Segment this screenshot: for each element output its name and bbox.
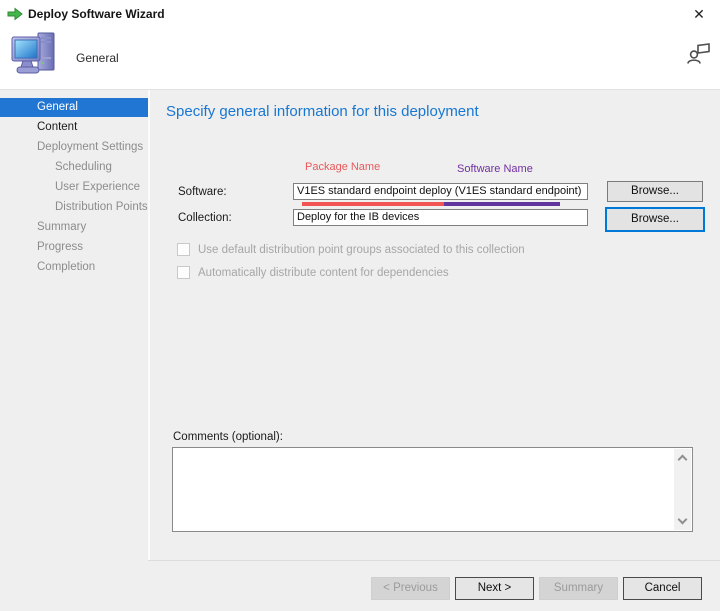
collection-label: Collection: xyxy=(178,212,232,224)
feedback-icon[interactable] xyxy=(686,41,712,67)
sidebar-item-content[interactable]: Content xyxy=(0,118,148,137)
auto-distribute-checkbox-row: Automatically distribute content for dep… xyxy=(177,266,449,281)
comments-scrollbar[interactable] xyxy=(674,449,691,530)
sidebar-item-summary[interactable]: Summary xyxy=(0,218,148,237)
annotation-software-name: Software Name xyxy=(457,163,533,175)
sidebar-divider xyxy=(148,90,150,560)
next-button[interactable]: Next > xyxy=(455,577,534,600)
software-field[interactable]: V1ES standard endpoint deploy (V1ES stan… xyxy=(293,183,588,200)
collection-browse-button[interactable]: Browse... xyxy=(605,207,705,232)
previous-button[interactable]: < Previous xyxy=(371,577,450,600)
footer-divider xyxy=(148,560,720,561)
sidebar-item-completion[interactable]: Completion xyxy=(0,258,148,277)
scroll-down-icon[interactable] xyxy=(678,515,688,525)
scroll-up-icon[interactable] xyxy=(678,455,688,465)
package-name-underline xyxy=(302,202,444,206)
cancel-button[interactable]: Cancel xyxy=(623,577,702,600)
software-browse-button[interactable]: Browse... xyxy=(607,181,703,202)
summary-button[interactable]: Summary xyxy=(539,577,618,600)
title-bar: Deploy Software Wizard ✕ xyxy=(0,0,720,28)
sidebar-item-deployment-settings[interactable]: Deployment Settings xyxy=(0,138,148,157)
sidebar-item-progress[interactable]: Progress xyxy=(0,238,148,257)
page-title: Specify general information for this dep… xyxy=(166,103,479,120)
software-label: Software: xyxy=(178,186,227,198)
comments-label: Comments (optional): xyxy=(173,431,283,443)
comments-input[interactable] xyxy=(172,447,693,532)
sidebar-item-user-experience[interactable]: User Experience xyxy=(0,178,148,197)
software-name-underline xyxy=(444,202,560,206)
auto-distribute-checkbox-label: Automatically distribute content for dep… xyxy=(198,267,449,279)
default-dp-groups-checkbox[interactable] xyxy=(177,243,190,256)
sidebar-item-distribution-points[interactable]: Distribution Points xyxy=(0,198,148,217)
default-dp-groups-checkbox-label: Use default distribution point groups as… xyxy=(198,244,525,256)
wizard-header: General xyxy=(0,28,720,90)
deploy-arrow-icon xyxy=(7,7,23,21)
wizard-steps-sidebar: General Content Deployment Settings Sche… xyxy=(0,98,148,278)
sidebar-item-scheduling[interactable]: Scheduling xyxy=(0,158,148,177)
window-title: Deploy Software Wizard xyxy=(28,7,165,21)
auto-distribute-checkbox[interactable] xyxy=(177,266,190,279)
collection-field[interactable]: Deploy for the IB devices xyxy=(293,209,588,226)
annotation-package-name: Package Name xyxy=(305,161,380,173)
computer-icon xyxy=(10,31,62,86)
sidebar-item-general[interactable]: General xyxy=(0,98,148,117)
header-page-label: General xyxy=(76,51,119,65)
close-icon[interactable]: ✕ xyxy=(688,4,710,24)
default-dp-groups-checkbox-row: Use default distribution point groups as… xyxy=(177,243,525,258)
